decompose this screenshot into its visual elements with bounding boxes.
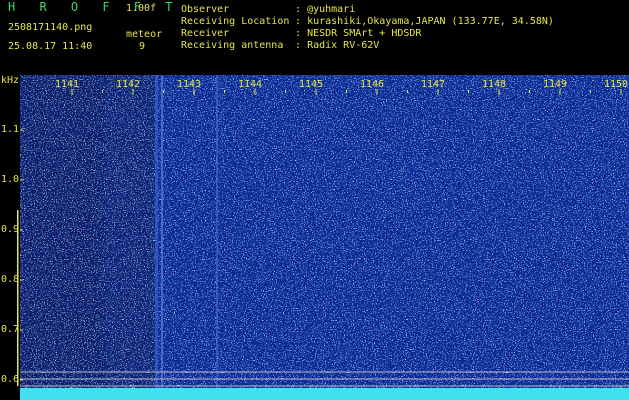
spectrogram-panel: 1141 1142 1143 1144 1145 1146 1147 1148 1149 1150… — [0, 75, 629, 400]
info-key: Receiving Location — [181, 16, 290, 27]
y-tick-label: 0.9 — [1, 224, 20, 235]
y-unit-label: kHz — [1, 75, 20, 86]
axis-marker — [17, 210, 19, 386]
y-tick-label: 1.0 — [1, 174, 20, 185]
level-trace — [20, 388, 629, 400]
x-tick-label: 1141 — [55, 79, 80, 90]
info-sep: : — [295, 16, 302, 27]
signal-line — [161, 75, 163, 400]
x-tick-label: 1142 — [116, 79, 141, 90]
x-tick-label: 1147 — [421, 79, 446, 90]
info-value: NESDR SMArt + HDSDR — [307, 28, 422, 39]
y-tick-label: 1.1 — [1, 124, 20, 135]
info-row-antenna: Receiving antenna: Radix RV-62V — [181, 40, 379, 51]
timestamp-label: 25.08.17 11:40 — [8, 41, 93, 52]
info-key: Receiving antenna — [181, 40, 284, 51]
x-tick-label: 1149 — [543, 79, 568, 90]
y-tick-label: 0.7 — [1, 324, 20, 335]
header-panel: H R O F F T 1.00f 2508171140.png 25.08.1… — [0, 0, 629, 75]
x-tick-label: 1150 — [604, 79, 629, 90]
info-row-location: Receiving Location: kurashiki,Okayama,JA… — [181, 16, 554, 27]
meteor-label: meteor — [126, 29, 163, 40]
info-value: kurashiki,Okayama,JAPAN (133.77E, 34.58N… — [307, 16, 554, 27]
spectrogram-canvas — [0, 75, 629, 400]
info-sep: : — [295, 4, 302, 15]
meteor-count: 9 — [139, 41, 146, 52]
x-tick-label: 1143 — [177, 79, 202, 90]
info-row-observer: Observer: @yuhmari — [181, 4, 355, 15]
signal-line — [216, 75, 218, 400]
info-value: Radix RV-62V — [307, 40, 380, 51]
info-key: Observer — [181, 4, 230, 15]
noise-layer — [20, 75, 629, 400]
y-tick-label: 0.8 — [1, 274, 20, 285]
x-tick-label: 1146 — [360, 79, 385, 90]
x-tick-label: 1148 — [482, 79, 507, 90]
version-label: 1.00f — [126, 3, 157, 14]
info-row-receiver: Receiver: NESDR SMArt + HDSDR — [181, 28, 421, 39]
info-sep: : — [295, 40, 302, 51]
info-value: @yuhmari — [307, 4, 356, 15]
signal-line — [155, 75, 158, 400]
x-tick-label: 1144 — [238, 79, 263, 90]
info-key: Receiver — [181, 28, 230, 39]
filename-label: 2508171140.png — [8, 22, 93, 33]
info-sep: : — [295, 28, 302, 39]
y-tick-label: 0.6 — [1, 374, 20, 385]
x-tick-label: 1145 — [299, 79, 324, 90]
